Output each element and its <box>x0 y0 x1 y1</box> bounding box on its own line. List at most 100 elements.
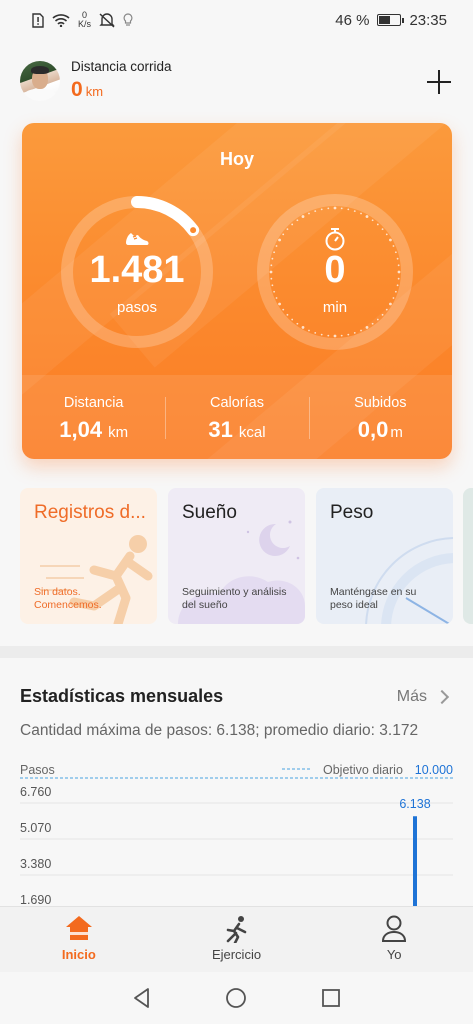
stat-distance-unit: km <box>108 424 129 441</box>
steps-ring[interactable]: 1.481 pasos <box>58 193 216 351</box>
bottom-nav: Inicio Ejercicio Yo <box>0 906 473 972</box>
minute-tick <box>275 245 278 247</box>
nav-home[interactable]: Inicio <box>0 907 158 972</box>
network-speed-unit: K/s <box>78 19 92 29</box>
minute-tick <box>333 206 337 210</box>
y-tick-label: 6.760 <box>20 785 51 799</box>
nav-me-label: Yo <box>386 947 402 962</box>
weight-subtitle-line1: Manténgase en su <box>330 586 417 598</box>
chart-y-label: Pasos <box>20 763 55 777</box>
minute-tick <box>282 233 285 236</box>
minute-tick <box>353 210 356 213</box>
stat-climbed: Subidos 0,0 m <box>308 375 452 459</box>
monthly-summary: Cantidad máxima de pasos: 6.138; promedi… <box>20 722 419 739</box>
sleep-tile[interactable]: Sueño Seguimiento y análisis del sueño <box>168 488 305 624</box>
battery-percent: 46 % <box>335 11 370 29</box>
minute-tick <box>314 331 317 334</box>
status-left: 0 K/s <box>32 11 133 29</box>
today-title: Hoy <box>219 149 254 169</box>
minute-tick <box>333 334 337 338</box>
section-divider <box>0 646 473 658</box>
activity-records-subtitle-line2: Comencemos. <box>34 599 102 611</box>
minute-tick <box>365 326 369 329</box>
minute-tick <box>320 333 323 336</box>
minute-tick <box>360 212 362 215</box>
next-tile-peek[interactable] <box>463 488 473 624</box>
status-right: 46 % 23:35 <box>335 12 447 29</box>
battery-icon <box>377 14 405 26</box>
health-app-screen: 0 K/s 46 % 23:35 Distancia corrida 0 km H… <box>0 0 473 1024</box>
activity-records-subtitle-line1: Sin datos. <box>34 586 81 598</box>
stat-distance: Distancia 1,04 km <box>22 375 165 459</box>
recents-icon[interactable] <box>320 987 342 1009</box>
minute-tick <box>385 233 388 236</box>
bulb-icon <box>123 13 133 26</box>
mute-icon <box>99 12 115 28</box>
weight-title: Peso <box>330 502 374 523</box>
network-speed: 0 K/s <box>78 11 91 29</box>
stat-calories-number: 31 <box>208 417 233 442</box>
distance-unit: km <box>85 84 104 99</box>
minutes-value: 0 <box>324 249 346 291</box>
activity-records-subtitle: Sin datos. Comencemos. <box>34 586 102 612</box>
monthly-title: Estadísticas mensuales <box>20 686 224 706</box>
back-icon[interactable] <box>131 987 153 1009</box>
stat-climbed-value: 0,0 m <box>309 417 452 443</box>
bar-value-label: 6.138 <box>399 797 430 811</box>
minute-tick <box>327 207 330 210</box>
avatar-hair <box>31 66 49 74</box>
weight-tile[interactable]: Peso Manténgase en su peso ideal <box>316 488 453 624</box>
distance-value: 0 km <box>71 78 103 102</box>
stat-climbed-label: Subidos <box>354 395 407 411</box>
system-nav-bar <box>0 972 473 1024</box>
minute-tick <box>308 212 310 215</box>
minute-tick <box>314 210 317 213</box>
minute-tick <box>340 207 343 210</box>
stat-distance-label: Distancia <box>63 395 124 411</box>
y-tick-label: 5.070 <box>20 821 51 835</box>
more-link[interactable]: Más <box>397 688 450 706</box>
stat-climbed-unit: m <box>390 424 403 441</box>
today-card[interactable]: Hoy 1.481 pasos 0 min Distancia 1,04 km … <box>22 123 452 459</box>
minute-tick <box>371 219 374 222</box>
sleep-title: Sueño <box>182 502 237 523</box>
sleep-subtitle-line1: Seguimiento y análisis <box>182 586 287 598</box>
nav-exercise[interactable]: Ejercicio <box>158 907 316 972</box>
clock: 23:35 <box>409 11 447 29</box>
minute-tick <box>286 228 289 231</box>
minute-tick <box>392 245 395 247</box>
steps-chart: Pasos Objetivo diario 10.000 6.760 5.070 3.38… <box>20 756 453 916</box>
weight-subtitle-line2: peso ideal <box>330 599 378 611</box>
y-tick-label: 3.380 <box>20 857 51 871</box>
wifi-icon <box>52 14 70 27</box>
nav-me[interactable]: Yo <box>315 907 473 972</box>
activity-records-tile[interactable]: Registros d... Sin datos. Comencemos. <box>20 488 157 624</box>
home-circle-icon[interactable] <box>225 987 247 1009</box>
stopwatch-icon <box>325 228 345 251</box>
minute-tick <box>296 322 299 325</box>
stat-calories-value: 31 kcal <box>165 417 308 443</box>
minute-tick <box>376 223 379 226</box>
status-bar: 0 K/s 46 % 23:35 <box>0 0 473 40</box>
stat-calories-label: Calorías <box>209 395 264 411</box>
minute-tick <box>291 318 294 321</box>
minute-tick <box>278 238 281 242</box>
minutes-ring[interactable]: 0 min <box>256 193 414 351</box>
goal-label: Objetivo diario <box>323 763 403 777</box>
avatar-shirt <box>24 89 56 101</box>
minute-tick <box>371 322 374 325</box>
steps-value: 1.481 <box>89 249 185 291</box>
avatar[interactable] <box>20 61 60 101</box>
person-icon <box>382 915 407 942</box>
home-icon <box>65 916 92 940</box>
plus-icon[interactable] <box>427 70 451 94</box>
stat-distance-value: 1,04 km <box>22 417 165 443</box>
steps-chart-svg: Pasos Objetivo diario 10.000 6.760 5.070 3.38… <box>20 763 453 916</box>
monthly-stats: Estadísticas mensuales Más Cantidad máxi… <box>0 658 473 916</box>
weight-subtitle: Manténgase en su peso ideal <box>330 586 416 612</box>
steps-progress-arc <box>131 196 200 237</box>
sleep-subtitle: Seguimiento y análisis del sueño <box>182 586 286 612</box>
stat-climbed-number: 0,0 <box>357 417 389 442</box>
shoe-icon <box>126 233 149 245</box>
today-stats: Distancia 1,04 km Calorías 31 kcal Subidos… <box>22 375 452 459</box>
